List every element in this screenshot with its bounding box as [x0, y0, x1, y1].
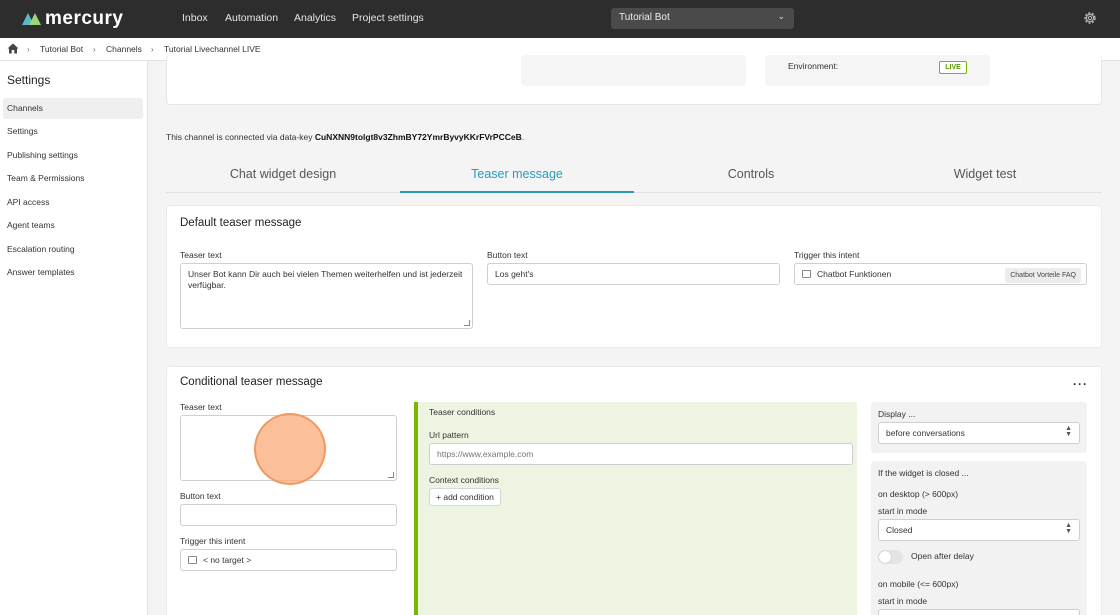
trigger-intent-select[interactable]: Chatbot Funktionen Chatbot Vorteile FAQ	[794, 263, 1087, 285]
desktop-mode-select[interactable]: Closed ▲ ▼	[878, 519, 1080, 541]
home-icon[interactable]	[7, 43, 19, 54]
nav-inbox[interactable]: Inbox	[182, 12, 208, 25]
nav-analytics[interactable]: Analytics	[294, 12, 336, 25]
mobile-mode-select[interactable]	[878, 609, 1080, 615]
desktop-label: on desktop (> 600px)	[878, 489, 959, 499]
sidebar-item-answer-templates[interactable]: Answer templates	[3, 262, 143, 283]
sidebar: Settings Channels Settings Publishing se…	[0, 61, 148, 615]
sidebar-item-agent-teams[interactable]: Agent teams	[3, 215, 143, 236]
bot-select-value: Tutorial Bot	[619, 12, 670, 23]
tab-bar: Chat widget design Teaser message Contro…	[166, 160, 1102, 193]
button-text-input[interactable]: Los geht's	[487, 263, 780, 285]
open-after-delay-toggle[interactable]	[878, 550, 903, 564]
cond-button-text-label: Button text	[180, 491, 221, 501]
display-label: Display ...	[878, 409, 916, 419]
cond-intent-value: < no target >	[203, 555, 252, 565]
button-text-value: Los geht's	[495, 269, 534, 279]
add-condition-button[interactable]: + add condition	[429, 488, 501, 506]
sidebar-item-api-access[interactable]: API access	[3, 192, 143, 213]
tab-controls[interactable]: Controls	[634, 160, 868, 193]
nav-automation[interactable]: Automation	[225, 12, 278, 25]
chevron-right-icon: ›	[93, 45, 96, 54]
breadcrumb-channel[interactable]: Tutorial Livechannel LIVE	[164, 44, 261, 55]
tab-chat-widget-design[interactable]: Chat widget design	[166, 160, 400, 193]
plus-icon: +	[436, 492, 441, 502]
default-teaser-title: Default teaser message	[180, 217, 302, 229]
open-after-delay-label: Open after delay	[911, 551, 974, 561]
intent-tag: Chatbot Vorteile FAQ	[1005, 268, 1081, 283]
toggle-knob	[879, 551, 891, 563]
add-condition-label: add condition	[443, 492, 494, 502]
context-conditions-label: Context conditions	[429, 475, 499, 485]
sidebar-item-publishing-settings[interactable]: Publishing settings	[3, 145, 143, 166]
cond-trigger-intent-label: Trigger this intent	[180, 536, 246, 546]
mobile-start-mode-label: start in mode	[878, 596, 928, 606]
connection-prefix: This channel is connected via data-key	[166, 132, 315, 142]
intent-value: Chatbot Funktionen	[817, 269, 892, 279]
logo[interactable]: mercury	[22, 9, 124, 28]
intent-icon	[802, 269, 811, 278]
info-box-left	[521, 55, 746, 86]
top-bar: mercury Inbox Automation Analytics Proje…	[0, 0, 1120, 38]
select-arrows-icon: ▲ ▼	[1065, 522, 1072, 535]
tab-teaser-message[interactable]: Teaser message	[400, 160, 634, 193]
teaser-conditions-title: Teaser conditions	[429, 407, 496, 417]
gear-icon[interactable]	[1082, 10, 1098, 26]
sidebar-item-channels[interactable]: Channels	[3, 98, 143, 119]
resize-handle-icon[interactable]	[388, 472, 394, 478]
url-pattern-input[interactable]	[429, 443, 853, 465]
button-text-label: Button text	[487, 250, 528, 260]
desktop-mode-value: Closed	[886, 525, 913, 535]
cursor-highlight	[254, 413, 326, 485]
connection-text: This channel is connected via data-key C…	[166, 132, 524, 142]
tab-widget-test[interactable]: Widget test	[868, 160, 1102, 193]
sidebar-title: Settings	[7, 73, 51, 87]
breadcrumb-bot[interactable]: Tutorial Bot	[40, 44, 83, 55]
cond-trigger-intent-select[interactable]: < no target >	[180, 549, 397, 571]
intent-icon	[188, 555, 197, 564]
chevron-down-icon: ⌄	[777, 11, 785, 21]
bot-select[interactable]: Tutorial Bot ⌄	[611, 8, 794, 29]
mobile-label: on mobile (<= 600px)	[878, 579, 959, 589]
live-badge: LIVE	[939, 61, 967, 74]
cond-teaser-text-label: Teaser text	[180, 402, 222, 412]
url-pattern-label: Url pattern	[429, 430, 469, 440]
environment-label: Environment:	[788, 61, 839, 71]
resize-handle-icon[interactable]	[464, 320, 470, 326]
teaser-text-value: Unser Bot kann Dir auch bei vielen Theme…	[188, 269, 463, 290]
chevron-right-icon: ›	[27, 45, 30, 54]
nav-project-settings[interactable]: Project settings	[352, 12, 424, 25]
display-value: before conversations	[886, 428, 965, 438]
teaser-conditions-panel	[414, 402, 857, 615]
logo-text: mercury	[45, 8, 124, 29]
sidebar-item-settings[interactable]: Settings	[3, 121, 143, 142]
chevron-right-icon: ›	[151, 45, 154, 54]
more-options-button[interactable]: ···	[1073, 377, 1088, 391]
connection-suffix: .	[521, 132, 525, 142]
desktop-start-mode-label: start in mode	[878, 506, 928, 516]
mercury-logo-icon	[22, 12, 41, 25]
cond-button-text-input[interactable]	[180, 504, 397, 526]
teaser-text-input[interactable]: Unser Bot kann Dir auch bei vielen Theme…	[180, 263, 473, 329]
trigger-intent-label: Trigger this intent	[794, 250, 860, 260]
breadcrumb-channels[interactable]: Channels	[106, 44, 142, 55]
teaser-text-label: Teaser text	[180, 250, 222, 260]
widget-closed-title: If the widget is closed ...	[878, 468, 969, 478]
sidebar-item-team-permissions[interactable]: Team & Permissions	[3, 168, 143, 189]
sidebar-item-escalation-routing[interactable]: Escalation routing	[3, 239, 143, 260]
data-key: CuNXNN9tolgt8v3ZhmBY72YmrByvyKKrFVrPCCeB	[314, 132, 522, 142]
display-select[interactable]: before conversations ▲ ▼	[878, 422, 1080, 444]
conditional-teaser-title: Conditional teaser message	[180, 376, 323, 388]
select-arrows-icon: ▲ ▼	[1065, 425, 1072, 438]
